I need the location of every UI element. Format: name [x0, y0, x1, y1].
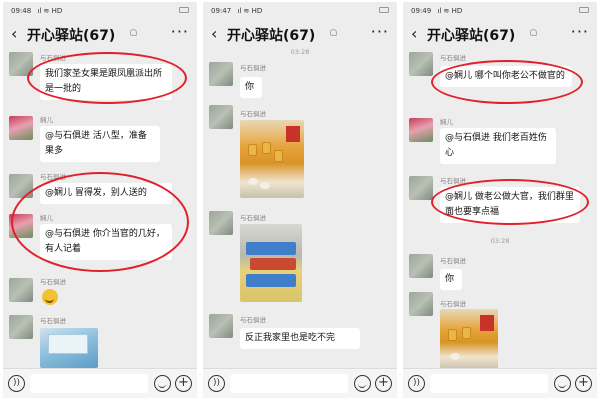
mute-bell-icon [130, 29, 137, 36]
battery-icon [579, 7, 589, 13]
sender-name: 与石俱进 [240, 214, 266, 222]
plus-icon[interactable]: + [375, 375, 392, 392]
sender-name: 与石俱进 [240, 64, 266, 72]
honey-jar [274, 150, 283, 162]
chat-header: ‹ 开心驿站(67) ··· [3, 20, 197, 48]
status-time: 09:49 [411, 7, 432, 15]
gift-food-photo[interactable] [240, 120, 304, 198]
steamed-bun [260, 182, 270, 189]
screenshot-collage: 09:48 ıl ≋ HD ‹ 开心驿站(67) ··· 与石俱进 我们家圣女果… [0, 0, 600, 400]
status-signal: ıl ≋ HD [437, 7, 463, 15]
voice-input-icon[interactable]: )) [8, 375, 25, 392]
message-bubble[interactable]: 你 [240, 77, 262, 98]
back-arrow-icon[interactable]: ‹ [211, 24, 217, 43]
status-signal: ıl ≋ HD [237, 7, 263, 15]
steamed-bun [248, 178, 258, 185]
message-input[interactable] [230, 374, 348, 393]
battery-icon [379, 7, 389, 13]
status-bar: 09:47 ıl ≋ HD [203, 2, 397, 20]
chat-panel-3: 09:49 ıl ≋ HD ‹ 开心驿站(67) ··· 与石俱进 @娴儿 哪个… [403, 2, 597, 398]
honey-jar [462, 327, 471, 339]
chat-panel-2: 09:47 ıl ≋ HD ‹ 开心驿站(67) ··· 03:28 与石俱进 … [203, 2, 397, 398]
voice-input-icon[interactable]: )) [208, 375, 225, 392]
rice-sack [250, 258, 296, 270]
grin-emoji-icon[interactable] [42, 289, 58, 305]
avatar[interactable] [209, 62, 233, 86]
more-options-icon[interactable]: ··· [171, 22, 189, 41]
status-time: 09:48 [11, 7, 32, 15]
emoji-icon[interactable] [154, 375, 171, 392]
sender-name: 与石俱进 [440, 257, 466, 265]
message-input[interactable] [430, 374, 548, 393]
avatar[interactable] [209, 211, 233, 235]
status-signal: ıl ≋ HD [37, 7, 63, 15]
emoji-icon[interactable] [554, 375, 571, 392]
chat-header: ‹ 开心驿站(67) ··· [403, 20, 597, 48]
highlight-circle [27, 52, 187, 104]
avatar[interactable] [409, 118, 433, 142]
avatar[interactable] [409, 52, 433, 76]
input-bar: )) + [203, 368, 397, 398]
highlight-circle [431, 60, 583, 104]
more-options-icon[interactable]: ··· [571, 22, 589, 41]
honey-jar [248, 144, 257, 156]
avatar[interactable] [209, 314, 233, 338]
sender-name: 娴儿 [40, 116, 53, 124]
sender-name: 与石俱进 [40, 317, 66, 325]
avatar[interactable] [409, 176, 433, 200]
message-bubble[interactable]: 你 [440, 269, 462, 290]
status-bar: 09:49 ıl ≋ HD [403, 2, 597, 20]
avatar[interactable] [9, 278, 33, 302]
mute-bell-icon [330, 29, 337, 36]
rice-sacks-photo[interactable] [240, 224, 302, 302]
voice-input-icon[interactable]: )) [408, 375, 425, 392]
sender-name: 娴儿 [440, 118, 453, 126]
chat-title: 开心驿站(67) [27, 28, 116, 44]
timestamp: 03:28 [490, 237, 510, 245]
emoji-icon[interactable] [354, 375, 371, 392]
sender-name: 与石俱进 [440, 300, 466, 308]
back-arrow-icon[interactable]: ‹ [411, 24, 417, 43]
chat-header: ‹ 开心驿站(67) ··· [203, 20, 397, 48]
message-bubble[interactable]: 反正我家里也是吃不完 [240, 328, 360, 349]
sender-name: 与石俱进 [40, 278, 66, 286]
red-gift-box [480, 315, 494, 331]
gift-food-photo[interactable] [440, 309, 498, 369]
mask-sheet [48, 334, 88, 354]
sender-name: 与石俱进 [240, 110, 266, 118]
steamed-bun [450, 353, 460, 360]
status-time: 09:47 [211, 7, 232, 15]
battery-icon [179, 7, 189, 13]
face-masks-photo[interactable] [40, 328, 98, 368]
honey-jar [448, 329, 457, 341]
status-bar: 09:48 ıl ≋ HD [3, 2, 197, 20]
back-arrow-icon[interactable]: ‹ [11, 24, 17, 43]
message-bubble[interactable]: @与石俱进 我们老百姓伤心 [440, 128, 556, 164]
plus-icon[interactable]: + [575, 375, 592, 392]
mute-bell-icon [530, 29, 537, 36]
highlight-circle [431, 179, 589, 225]
rice-sack [246, 274, 296, 287]
red-gift-box [286, 126, 300, 142]
honey-jar [262, 142, 271, 154]
chat-title: 开心驿站(67) [227, 28, 316, 44]
chat-panel-1: 09:48 ıl ≋ HD ‹ 开心驿站(67) ··· 与石俱进 我们家圣女果… [3, 2, 197, 398]
message-input[interactable] [30, 374, 148, 393]
avatar[interactable] [409, 292, 433, 316]
input-bar: )) + [403, 368, 597, 398]
plus-icon[interactable]: + [175, 375, 192, 392]
input-bar: )) + [3, 368, 197, 398]
message-bubble[interactable]: @与石俱进 活八型，准备果多 [40, 126, 160, 162]
avatar[interactable] [9, 116, 33, 140]
timestamp: 03:28 [290, 48, 310, 56]
chat-title: 开心驿站(67) [427, 28, 516, 44]
avatar[interactable] [409, 254, 433, 278]
highlight-circle [11, 172, 189, 272]
sender-name: 与石俱进 [440, 54, 466, 62]
more-options-icon[interactable]: ··· [371, 22, 389, 41]
sender-name: 与石俱进 [240, 316, 266, 324]
avatar[interactable] [9, 315, 33, 339]
avatar[interactable] [209, 105, 233, 129]
rice-sack [246, 242, 296, 255]
